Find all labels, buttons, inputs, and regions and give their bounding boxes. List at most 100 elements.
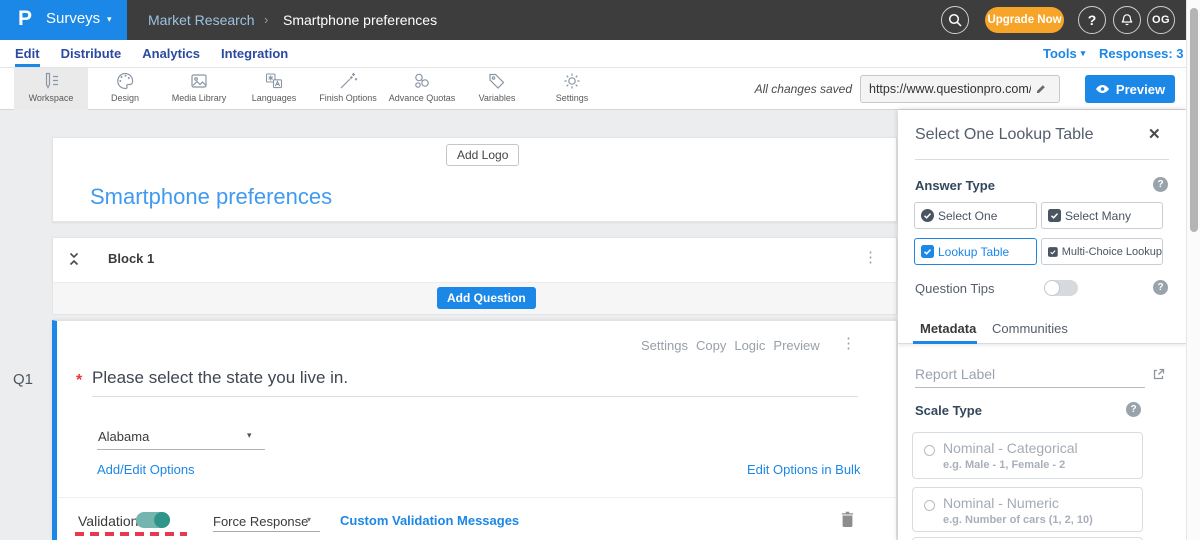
search-icon <box>948 13 962 27</box>
tab-communities[interactable]: Communities <box>992 321 1068 336</box>
radio-icon[interactable] <box>924 445 935 456</box>
scrollbar-track[interactable] <box>1186 0 1200 540</box>
validation-label: Validation <box>78 513 138 529</box>
tab-integration[interactable]: Integration <box>221 40 288 67</box>
editor-toolbar: Workspace Design Media Library Languages… <box>0 68 1186 110</box>
question-card <box>52 320 897 540</box>
answer-type-lookup-table[interactable]: Lookup Table <box>914 238 1037 265</box>
scale-type-label: Scale Type <box>915 403 982 418</box>
survey-title[interactable]: Smartphone preferences <box>90 184 332 210</box>
help-icon[interactable]: ? <box>1126 402 1141 417</box>
validation-toggle[interactable] <box>136 512 170 528</box>
add-question-button[interactable]: Add Question <box>437 287 536 309</box>
add-logo-button[interactable]: Add Logo <box>446 144 519 166</box>
question-tips-label: Question Tips <box>915 281 995 296</box>
responses-link[interactable]: Responses: 3 <box>1099 46 1184 61</box>
square-check-icon <box>921 245 934 258</box>
tab-analytics[interactable]: Analytics <box>142 40 200 67</box>
collapse-icon <box>68 251 80 267</box>
toolbar-item-advance-quotas[interactable]: Advance Quotas <box>385 68 459 110</box>
panel-title: Select One Lookup Table <box>915 126 1094 144</box>
bell-icon <box>1120 13 1134 27</box>
validation-divider <box>58 497 897 498</box>
question-tips-toggle[interactable] <box>1044 280 1078 296</box>
toolbar-item-languages[interactable]: Languages <box>237 68 311 110</box>
eye-icon <box>1095 84 1110 94</box>
palette-icon <box>88 70 162 92</box>
breadcrumb-separator: › <box>264 12 268 27</box>
dropdown-caret-icon[interactable]: ▾ <box>247 430 252 441</box>
tools-menu[interactable]: Tools ▾ <box>1043 46 1085 61</box>
collapse-block-button[interactable] <box>68 251 80 267</box>
circle-check-icon <box>921 209 934 222</box>
question-preview-link[interactable]: Preview <box>773 338 819 353</box>
search-button[interactable] <box>941 6 969 34</box>
question-logic-link[interactable]: Logic <box>734 338 765 353</box>
save-status: All changes saved <box>700 82 852 96</box>
block-menu-button[interactable]: ⋮ <box>863 250 878 265</box>
logo-product-switcher[interactable]: P Surveys ▾ <box>0 0 127 40</box>
nav-tabs: Edit Distribute Analytics Integration <box>15 40 288 68</box>
question-settings-link[interactable]: Settings <box>641 338 688 353</box>
questionpro-survey-editor: P Surveys ▾ Market Research › Smartphone… <box>0 0 1200 540</box>
question-number: Q1 <box>13 371 33 388</box>
open-external-button[interactable] <box>1151 367 1166 382</box>
square-check-icon <box>1048 246 1058 258</box>
answer-type-multi-choice-lookup[interactable]: Multi-Choice Lookup <box>1041 238 1163 265</box>
toolbar-item-media-library[interactable]: Media Library <box>162 68 236 110</box>
tab-distribute[interactable]: Distribute <box>61 40 122 67</box>
question-menu-button[interactable]: ⋮ <box>841 336 856 351</box>
toolbar-item-settings[interactable]: Settings <box>535 68 609 110</box>
chain-links-icon <box>385 70 459 92</box>
avatar[interactable]: OG <box>1147 6 1175 34</box>
answer-type-select-one[interactable]: Select One <box>914 202 1037 229</box>
add-edit-options-link[interactable]: Add/Edit Options <box>97 462 195 477</box>
panel-tab-bar: Metadata Communities <box>898 315 1186 344</box>
state-dropdown-value[interactable]: Alabama <box>98 429 149 444</box>
breadcrumb-folder[interactable]: Market Research <box>148 12 255 28</box>
gear-icon <box>535 70 609 92</box>
help-icon[interactable]: ? <box>1153 177 1168 192</box>
preview-button[interactable]: Preview <box>1085 75 1175 103</box>
answer-type-select-many[interactable]: Select Many <box>1041 202 1163 229</box>
upgrade-now-button[interactable]: Upgrade Now <box>985 7 1064 33</box>
toolbar-item-workspace[interactable]: Workspace <box>14 68 88 110</box>
tab-edit[interactable]: Edit <box>15 40 40 67</box>
question-settings-panel: Select One Lookup Table ✕ Answer Type ? … <box>898 110 1186 540</box>
toolbar-item-design[interactable]: Design <box>88 68 162 110</box>
chevron-down-icon: ▾ <box>107 14 112 25</box>
question-text-underline <box>92 396 858 397</box>
question-copy-link[interactable]: Copy <box>696 338 726 353</box>
edit-options-in-bulk-link[interactable]: Edit Options in Bulk <box>747 462 860 477</box>
help-button[interactable]: ? <box>1078 6 1106 34</box>
workspace-icon <box>14 70 88 92</box>
force-response-dropdown[interactable]: Force Response <box>213 514 308 529</box>
chevron-down-icon: ▾ <box>1081 48 1086 59</box>
toolbar-item-variables[interactable]: Variables <box>460 68 534 110</box>
survey-url-input[interactable] <box>861 82 1033 96</box>
notifications-button[interactable] <box>1113 6 1141 34</box>
scale-option-nominal-categorical[interactable]: Nominal - Categorical e.g. Male - 1, Fem… <box>912 432 1143 479</box>
top-bar: P Surveys ▾ Market Research › Smartphone… <box>0 0 1200 40</box>
dropdown-caret-icon[interactable]: ▾ <box>307 515 311 524</box>
report-label-input[interactable]: Report Label <box>915 366 995 382</box>
edit-url-button[interactable] <box>1033 82 1048 97</box>
help-icon[interactable]: ? <box>1153 280 1168 295</box>
toolbar-item-finish-options[interactable]: Finish Options <box>311 68 385 110</box>
force-response-underline <box>213 531 320 532</box>
scale-option-nominal-numeric[interactable]: Nominal - Numeric e.g. Number of cars (1… <box>912 487 1143 532</box>
survey-url-box <box>860 75 1060 103</box>
trash-icon <box>841 511 854 527</box>
radio-icon[interactable] <box>924 500 935 511</box>
breadcrumb-current: Smartphone preferences <box>283 12 437 28</box>
custom-validation-messages-link[interactable]: Custom Validation Messages <box>340 513 519 528</box>
scrollbar-thumb[interactable] <box>1190 8 1198 232</box>
close-panel-button[interactable]: ✕ <box>1148 125 1161 143</box>
validation-red-dashes <box>75 532 187 536</box>
tab-metadata[interactable]: Metadata <box>920 321 976 336</box>
panel-divider <box>915 159 1169 160</box>
block-title: Block 1 <box>108 251 154 266</box>
delete-question-button[interactable] <box>841 511 854 527</box>
questionpro-logo: P <box>18 7 32 31</box>
question-text[interactable]: Please select the state you live in. <box>92 368 348 388</box>
